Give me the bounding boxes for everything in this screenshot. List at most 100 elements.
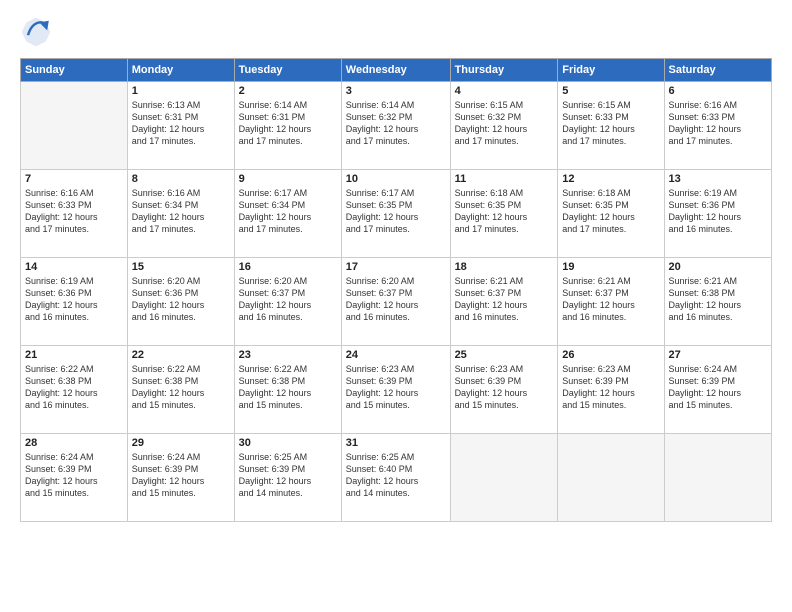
calendar-body: 1 Sunrise: 6:13 AM Sunset: 6:31 PM Daylig… bbox=[21, 82, 772, 522]
calendar-cell: 2 Sunrise: 6:14 AM Sunset: 6:31 PM Daylig… bbox=[234, 82, 341, 170]
day-number: 9 bbox=[239, 173, 337, 185]
day-number: 12 bbox=[562, 173, 659, 185]
day-info: Sunrise: 6:13 AM Sunset: 6:31 PM Dayligh… bbox=[132, 99, 230, 148]
calendar-cell: 20Sunrise: 6:21 AM Sunset: 6:38 PM Dayli… bbox=[664, 258, 771, 346]
calendar-cell: 18Sunrise: 6:21 AM Sunset: 6:37 PM Dayli… bbox=[450, 258, 558, 346]
calendar-cell: 7Sunrise: 6:16 AM Sunset: 6:33 PM Daylig… bbox=[21, 170, 128, 258]
calendar-cell: 10 Sunrise: 6:17 AM Sunset: 6:35 PM Dayli… bbox=[341, 170, 450, 258]
day-info: Sunrise: 6:14 AM Sunset: 6:31 PM Dayligh… bbox=[239, 99, 337, 148]
day-number: 2 bbox=[239, 85, 337, 97]
day-info: Sunrise: 6:15 AM Sunset: 6:32 PM Dayligh… bbox=[455, 99, 554, 148]
calendar-header: SundayMondayTuesdayWednesdayThursdayFrid… bbox=[21, 59, 772, 82]
calendar-cell: 8 Sunrise: 6:16 AM Sunset: 6:34 PM Daylig… bbox=[127, 170, 234, 258]
day-info: Sunrise: 6:23 AM Sunset: 6:39 PM Dayligh… bbox=[346, 363, 446, 412]
day-number: 22 bbox=[132, 349, 230, 361]
day-info: Sunrise: 6:18 AM Sunset: 6:35 PM Dayligh… bbox=[455, 187, 554, 236]
header-row: SundayMondayTuesdayWednesdayThursdayFrid… bbox=[21, 59, 772, 82]
day-number: 26 bbox=[562, 349, 659, 361]
day-number: 24 bbox=[346, 349, 446, 361]
calendar-cell: 14Sunrise: 6:19 AM Sunset: 6:36 PM Dayli… bbox=[21, 258, 128, 346]
day-number: 30 bbox=[239, 437, 337, 449]
calendar-cell: 29Sunrise: 6:24 AM Sunset: 6:39 PM Dayli… bbox=[127, 434, 234, 522]
day-header-monday: Monday bbox=[127, 59, 234, 82]
week-row-2: 7Sunrise: 6:16 AM Sunset: 6:33 PM Daylig… bbox=[21, 170, 772, 258]
day-info: Sunrise: 6:21 AM Sunset: 6:37 PM Dayligh… bbox=[562, 275, 659, 324]
day-info: Sunrise: 6:25 AM Sunset: 6:40 PM Dayligh… bbox=[346, 451, 446, 500]
calendar-table: SundayMondayTuesdayWednesdayThursdayFrid… bbox=[20, 58, 772, 522]
calendar-cell: 11Sunrise: 6:18 AM Sunset: 6:35 PM Dayli… bbox=[450, 170, 558, 258]
day-header-friday: Friday bbox=[558, 59, 664, 82]
calendar-cell: 31 Sunrise: 6:25 AM Sunset: 6:40 PM Dayli… bbox=[341, 434, 450, 522]
calendar-cell: 30 Sunrise: 6:25 AM Sunset: 6:39 PM Dayli… bbox=[234, 434, 341, 522]
day-info: Sunrise: 6:19 AM Sunset: 6:36 PM Dayligh… bbox=[669, 187, 767, 236]
day-number: 1 bbox=[132, 85, 230, 97]
day-number: 20 bbox=[669, 261, 767, 273]
day-number: 3 bbox=[346, 85, 446, 97]
day-info: Sunrise: 6:15 AM Sunset: 6:33 PM Dayligh… bbox=[562, 99, 659, 148]
day-info: Sunrise: 6:23 AM Sunset: 6:39 PM Dayligh… bbox=[455, 363, 554, 412]
day-number: 19 bbox=[562, 261, 659, 273]
day-info: Sunrise: 6:17 AM Sunset: 6:35 PM Dayligh… bbox=[346, 187, 446, 236]
day-info: Sunrise: 6:24 AM Sunset: 6:39 PM Dayligh… bbox=[25, 451, 123, 500]
calendar-cell: 17 Sunrise: 6:20 AM Sunset: 6:37 PM Dayli… bbox=[341, 258, 450, 346]
day-header-tuesday: Tuesday bbox=[234, 59, 341, 82]
day-number: 13 bbox=[669, 173, 767, 185]
day-number: 28 bbox=[25, 437, 123, 449]
day-header-sunday: Sunday bbox=[21, 59, 128, 82]
day-info: Sunrise: 6:17 AM Sunset: 6:34 PM Dayligh… bbox=[239, 187, 337, 236]
calendar-cell: 26Sunrise: 6:23 AM Sunset: 6:39 PM Dayli… bbox=[558, 346, 664, 434]
week-row-4: 21 Sunrise: 6:22 AM Sunset: 6:38 PM Dayli… bbox=[21, 346, 772, 434]
day-info: Sunrise: 6:22 AM Sunset: 6:38 PM Dayligh… bbox=[25, 363, 123, 412]
day-number: 10 bbox=[346, 173, 446, 185]
day-header-thursday: Thursday bbox=[450, 59, 558, 82]
week-row-5: 28 Sunrise: 6:24 AM Sunset: 6:39 PM Dayli… bbox=[21, 434, 772, 522]
week-row-1: 1 Sunrise: 6:13 AM Sunset: 6:31 PM Daylig… bbox=[21, 82, 772, 170]
day-info: Sunrise: 6:16 AM Sunset: 6:33 PM Dayligh… bbox=[669, 99, 767, 148]
calendar-cell bbox=[450, 434, 558, 522]
day-number: 21 bbox=[25, 349, 123, 361]
calendar-cell bbox=[664, 434, 771, 522]
calendar-cell: 25 Sunrise: 6:23 AM Sunset: 6:39 PM Dayli… bbox=[450, 346, 558, 434]
day-number: 8 bbox=[132, 173, 230, 185]
header bbox=[20, 16, 772, 48]
day-info: Sunrise: 6:25 AM Sunset: 6:39 PM Dayligh… bbox=[239, 451, 337, 500]
day-number: 17 bbox=[346, 261, 446, 273]
day-info: Sunrise: 6:20 AM Sunset: 6:37 PM Dayligh… bbox=[346, 275, 446, 324]
day-number: 7 bbox=[25, 173, 123, 185]
calendar-cell: 9 Sunrise: 6:17 AM Sunset: 6:34 PM Daylig… bbox=[234, 170, 341, 258]
calendar-cell: 15 Sunrise: 6:20 AM Sunset: 6:36 PM Dayli… bbox=[127, 258, 234, 346]
day-number: 15 bbox=[132, 261, 230, 273]
day-number: 14 bbox=[25, 261, 123, 273]
calendar-cell: 3 Sunrise: 6:14 AM Sunset: 6:32 PM Daylig… bbox=[341, 82, 450, 170]
day-info: Sunrise: 6:16 AM Sunset: 6:34 PM Dayligh… bbox=[132, 187, 230, 236]
calendar-cell: 27Sunrise: 6:24 AM Sunset: 6:39 PM Dayli… bbox=[664, 346, 771, 434]
calendar-cell: 28 Sunrise: 6:24 AM Sunset: 6:39 PM Dayli… bbox=[21, 434, 128, 522]
day-header-wednesday: Wednesday bbox=[341, 59, 450, 82]
logo-icon bbox=[20, 16, 52, 48]
day-info: Sunrise: 6:22 AM Sunset: 6:38 PM Dayligh… bbox=[239, 363, 337, 412]
calendar-cell: 6Sunrise: 6:16 AM Sunset: 6:33 PM Daylig… bbox=[664, 82, 771, 170]
day-header-saturday: Saturday bbox=[664, 59, 771, 82]
day-number: 18 bbox=[455, 261, 554, 273]
day-info: Sunrise: 6:20 AM Sunset: 6:36 PM Dayligh… bbox=[132, 275, 230, 324]
day-number: 31 bbox=[346, 437, 446, 449]
day-number: 16 bbox=[239, 261, 337, 273]
calendar-cell: 1 Sunrise: 6:13 AM Sunset: 6:31 PM Daylig… bbox=[127, 82, 234, 170]
calendar-cell: 13 Sunrise: 6:19 AM Sunset: 6:36 PM Dayli… bbox=[664, 170, 771, 258]
calendar-cell: 4 Sunrise: 6:15 AM Sunset: 6:32 PM Daylig… bbox=[450, 82, 558, 170]
day-number: 5 bbox=[562, 85, 659, 97]
day-number: 25 bbox=[455, 349, 554, 361]
day-info: Sunrise: 6:20 AM Sunset: 6:37 PM Dayligh… bbox=[239, 275, 337, 324]
calendar-cell: 21 Sunrise: 6:22 AM Sunset: 6:38 PM Dayli… bbox=[21, 346, 128, 434]
week-row-3: 14Sunrise: 6:19 AM Sunset: 6:36 PM Dayli… bbox=[21, 258, 772, 346]
calendar-cell: 5 Sunrise: 6:15 AM Sunset: 6:33 PM Daylig… bbox=[558, 82, 664, 170]
calendar-cell: 22Sunrise: 6:22 AM Sunset: 6:38 PM Dayli… bbox=[127, 346, 234, 434]
day-info: Sunrise: 6:14 AM Sunset: 6:32 PM Dayligh… bbox=[346, 99, 446, 148]
logo bbox=[20, 16, 56, 48]
day-number: 29 bbox=[132, 437, 230, 449]
calendar-cell: 16 Sunrise: 6:20 AM Sunset: 6:37 PM Dayli… bbox=[234, 258, 341, 346]
page: SundayMondayTuesdayWednesdayThursdayFrid… bbox=[0, 0, 792, 612]
calendar-cell: 24 Sunrise: 6:23 AM Sunset: 6:39 PM Dayli… bbox=[341, 346, 450, 434]
calendar-cell bbox=[21, 82, 128, 170]
day-number: 4 bbox=[455, 85, 554, 97]
